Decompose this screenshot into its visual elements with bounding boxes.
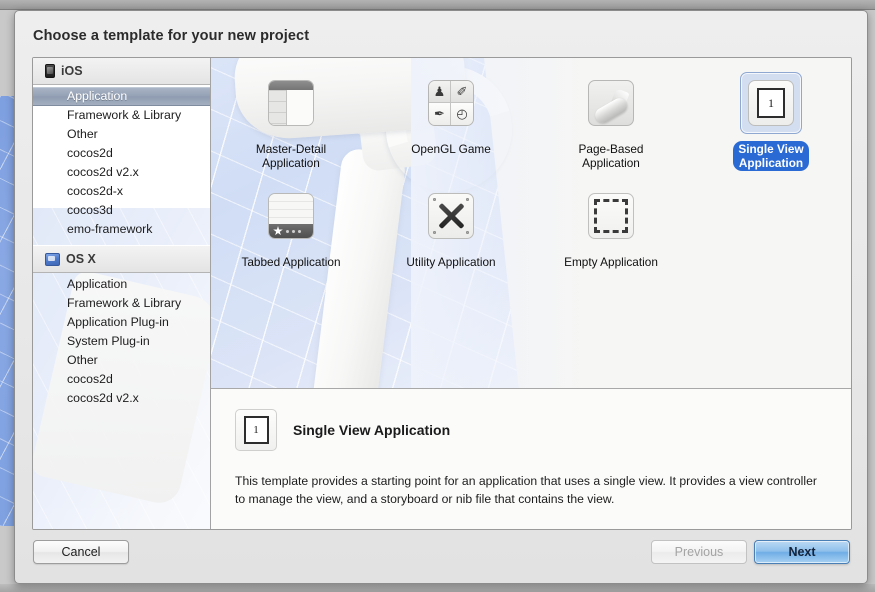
timer-glyph: ◴: [451, 103, 473, 125]
template-label: Master-Detail Application: [255, 142, 327, 170]
single-view-icon: 1: [748, 80, 794, 126]
next-button[interactable]: Next: [754, 540, 850, 564]
sidebar-group-label: OS X: [66, 252, 96, 266]
template-single-view-application[interactable]: 1 Single View Application: [691, 72, 851, 171]
sidebar-item-ios-cocos2d-v2x[interactable]: cocos2d v2.x: [33, 163, 210, 182]
description-icon-number: 1: [243, 416, 269, 444]
new-project-dialog: Choose a template for your new project i…: [14, 10, 868, 584]
template-icon-wrap-selected: 1: [740, 72, 802, 134]
template-icon-wrap: [260, 72, 322, 134]
template-label: Page-Based Application: [578, 142, 644, 170]
sidebar-item-ios-emo-framework[interactable]: emo-framework: [33, 220, 210, 239]
description-body: This template provides a starting point …: [235, 474, 817, 506]
sidebar-item-osx-cocos2d-v2x[interactable]: cocos2d v2.x: [33, 389, 210, 408]
description-header: 1 Single View Application: [235, 409, 827, 451]
star-glyph: [273, 226, 283, 236]
sidebar-item-ios-other[interactable]: Other: [33, 125, 210, 144]
iphone-icon: [45, 64, 55, 78]
template-master-detail-application[interactable]: Master-Detail Application: [211, 72, 371, 171]
template-icon-wrap: [580, 72, 642, 134]
sidebar-item-osx-system-plugin[interactable]: System Plug-in: [33, 332, 210, 351]
description-single-view-icon: 1: [235, 409, 277, 451]
utility-icon: [428, 193, 474, 239]
template-gallery-panel: Master-Detail Application ♟ ✐ ✒ ◴ OpenGL…: [211, 58, 851, 529]
sidebar-item-osx-application[interactable]: Application: [33, 275, 210, 294]
template-label: Empty Application: [564, 255, 658, 269]
sidebar-group-label: iOS: [61, 64, 83, 78]
sidebar-item-osx-framework-library[interactable]: Framework & Library: [33, 294, 210, 313]
sidebar-list-osx: Application Framework & Library Applicat…: [33, 273, 210, 408]
single-view-number: 1: [757, 88, 785, 118]
template-label: Tabbed Application: [241, 255, 341, 269]
template-icon-wrap: [260, 185, 322, 247]
sidebar-group-header-osx: OS X: [33, 245, 210, 273]
desktop-background: Choose a template for your new project i…: [0, 0, 875, 592]
template-empty-application[interactable]: Empty Application: [531, 185, 691, 270]
page-based-icon: [588, 80, 634, 126]
template-icon-wrap: [580, 185, 642, 247]
template-tabbed-application[interactable]: Tabbed Application: [211, 185, 371, 270]
master-detail-icon: [268, 80, 314, 126]
tabbed-icon: [268, 193, 314, 239]
sidebar-item-ios-cocos2d-x[interactable]: cocos2d-x: [33, 182, 210, 201]
description-title: Single View Application: [293, 422, 451, 438]
pen-glyph: ✐: [451, 81, 473, 103]
display-icon: [45, 252, 60, 266]
sidebar-item-osx-other[interactable]: Other: [33, 351, 210, 370]
sidebar-list-ios: Application Framework & Library Other co…: [33, 85, 210, 239]
template-label: OpenGL Game: [411, 142, 491, 156]
sidebar-item-osx-application-plugin[interactable]: Application Plug-in: [33, 313, 210, 332]
template-label-selected: Single View Application: [733, 141, 809, 171]
sidebar-item-osx-cocos2d[interactable]: cocos2d: [33, 370, 210, 389]
desktop-top-strip: [0, 0, 875, 10]
template-label: Utility Application: [406, 255, 496, 269]
page-title: Choose a template for your new project: [33, 28, 310, 44]
sidebar-item-ios-application[interactable]: Application: [33, 87, 210, 106]
chess-piece-glyph: ♟: [429, 81, 451, 103]
brush-glyph: ✒: [429, 103, 451, 125]
description-panel: 1 Single View Application This template …: [211, 389, 851, 529]
previous-button[interactable]: Previous: [651, 540, 747, 564]
template-grid-spacer: [691, 185, 851, 270]
sidebar-group-header-ios: iOS: [33, 58, 210, 85]
template-opengl-game[interactable]: ♟ ✐ ✒ ◴ OpenGL Game: [371, 72, 531, 171]
empty-icon: [588, 193, 634, 239]
template-icon-wrap: [420, 185, 482, 247]
template-icon-wrap: ♟ ✐ ✒ ◴: [420, 72, 482, 134]
cancel-button[interactable]: Cancel: [33, 540, 129, 564]
template-page-based-application[interactable]: Page-Based Application: [531, 72, 691, 171]
template-chooser-content: iOS Application Framework & Library Othe…: [32, 57, 852, 530]
template-utility-application[interactable]: Utility Application: [371, 185, 531, 270]
opengl-game-icon: ♟ ✐ ✒ ◴: [428, 80, 474, 126]
template-grid: Master-Detail Application ♟ ✐ ✒ ◴ OpenGL…: [211, 58, 851, 270]
sidebar-item-ios-framework-library[interactable]: Framework & Library: [33, 106, 210, 125]
sidebar-item-ios-cocos3d[interactable]: cocos3d: [33, 201, 210, 220]
desktop-bottom-strip: [0, 584, 875, 592]
sidebar-item-ios-cocos2d[interactable]: cocos2d: [33, 144, 210, 163]
category-sidebar[interactable]: iOS Application Framework & Library Othe…: [33, 58, 211, 529]
